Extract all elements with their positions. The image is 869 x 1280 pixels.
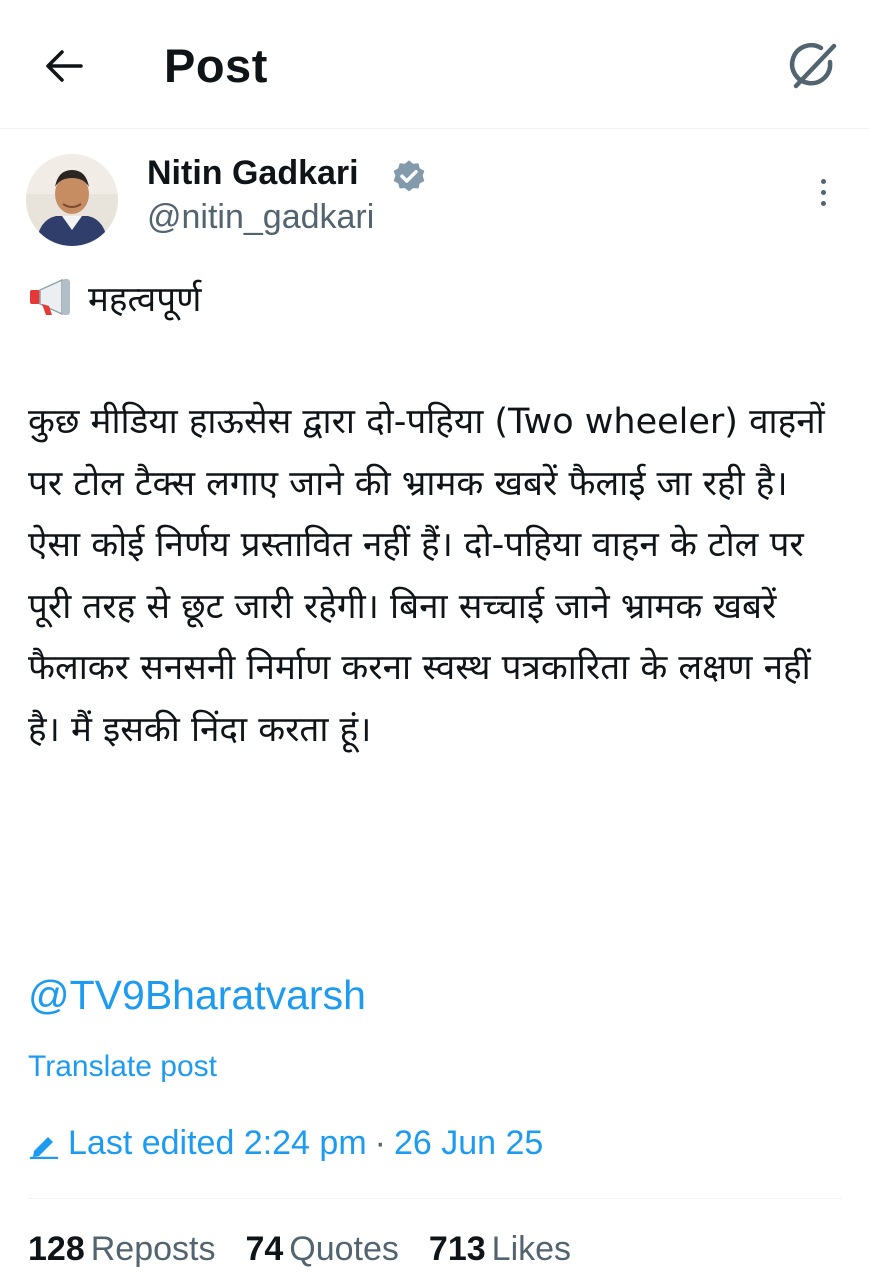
more-dot-icon bbox=[820, 200, 826, 206]
author-name[interactable]: Nitin Gadkari bbox=[147, 154, 359, 193]
grok-icon bbox=[789, 42, 837, 89]
engagement-stats: 128 Reposts 74 Quotes 713 Likes bbox=[28, 1230, 571, 1269]
divider bbox=[28, 1198, 842, 1199]
megaphone-icon bbox=[30, 278, 70, 316]
edited-label: Last edited 2:24 pm bbox=[68, 1124, 367, 1162]
page-title: Post bbox=[164, 39, 268, 92]
more-options-button[interactable] bbox=[808, 172, 838, 212]
more-dot-icon bbox=[820, 189, 826, 195]
avatar[interactable] bbox=[26, 154, 118, 246]
pencil-icon bbox=[29, 1136, 59, 1159]
reposts-count: 128 bbox=[28, 1230, 85, 1268]
reposts-stat[interactable]: 128 Reposts bbox=[28, 1230, 215, 1269]
mention-link[interactable]: @TV9Bharatvarsh bbox=[28, 972, 366, 1019]
author-handle[interactable]: @nitin_gadkari bbox=[147, 198, 374, 237]
back-button[interactable] bbox=[40, 40, 88, 92]
quotes-stat[interactable]: 74 Quotes bbox=[245, 1230, 398, 1269]
edit-history-link[interactable]: Last edited 2:24 pm · 26 Jun 25 bbox=[28, 1124, 543, 1163]
post-heading-text: महत्वपूर्ण bbox=[88, 280, 202, 320]
arrow-left-icon bbox=[46, 50, 83, 82]
verified-badge-icon bbox=[393, 160, 425, 192]
grok-button[interactable] bbox=[782, 36, 842, 96]
post-date: 26 Jun 25 bbox=[393, 1124, 544, 1162]
likes-stat[interactable]: 713 Likes bbox=[429, 1230, 571, 1269]
quotes-count: 74 bbox=[245, 1230, 284, 1268]
top-bar: Post bbox=[0, 0, 869, 129]
separator: · bbox=[374, 1124, 386, 1162]
quotes-label: Quotes bbox=[289, 1230, 399, 1268]
likes-label: Likes bbox=[491, 1230, 572, 1268]
post-heading: महत्वपूर्ण bbox=[28, 270, 201, 331]
reposts-label: Reposts bbox=[90, 1230, 216, 1268]
likes-count: 713 bbox=[428, 1230, 486, 1268]
translate-post-link[interactable]: Translate post bbox=[28, 1050, 217, 1084]
post-body-text: कुछ मीडिया हाऊसेस द्वारा दो-पहिया (Two w… bbox=[28, 402, 825, 750]
avatar-image bbox=[26, 154, 118, 246]
more-dot-icon bbox=[820, 178, 826, 184]
